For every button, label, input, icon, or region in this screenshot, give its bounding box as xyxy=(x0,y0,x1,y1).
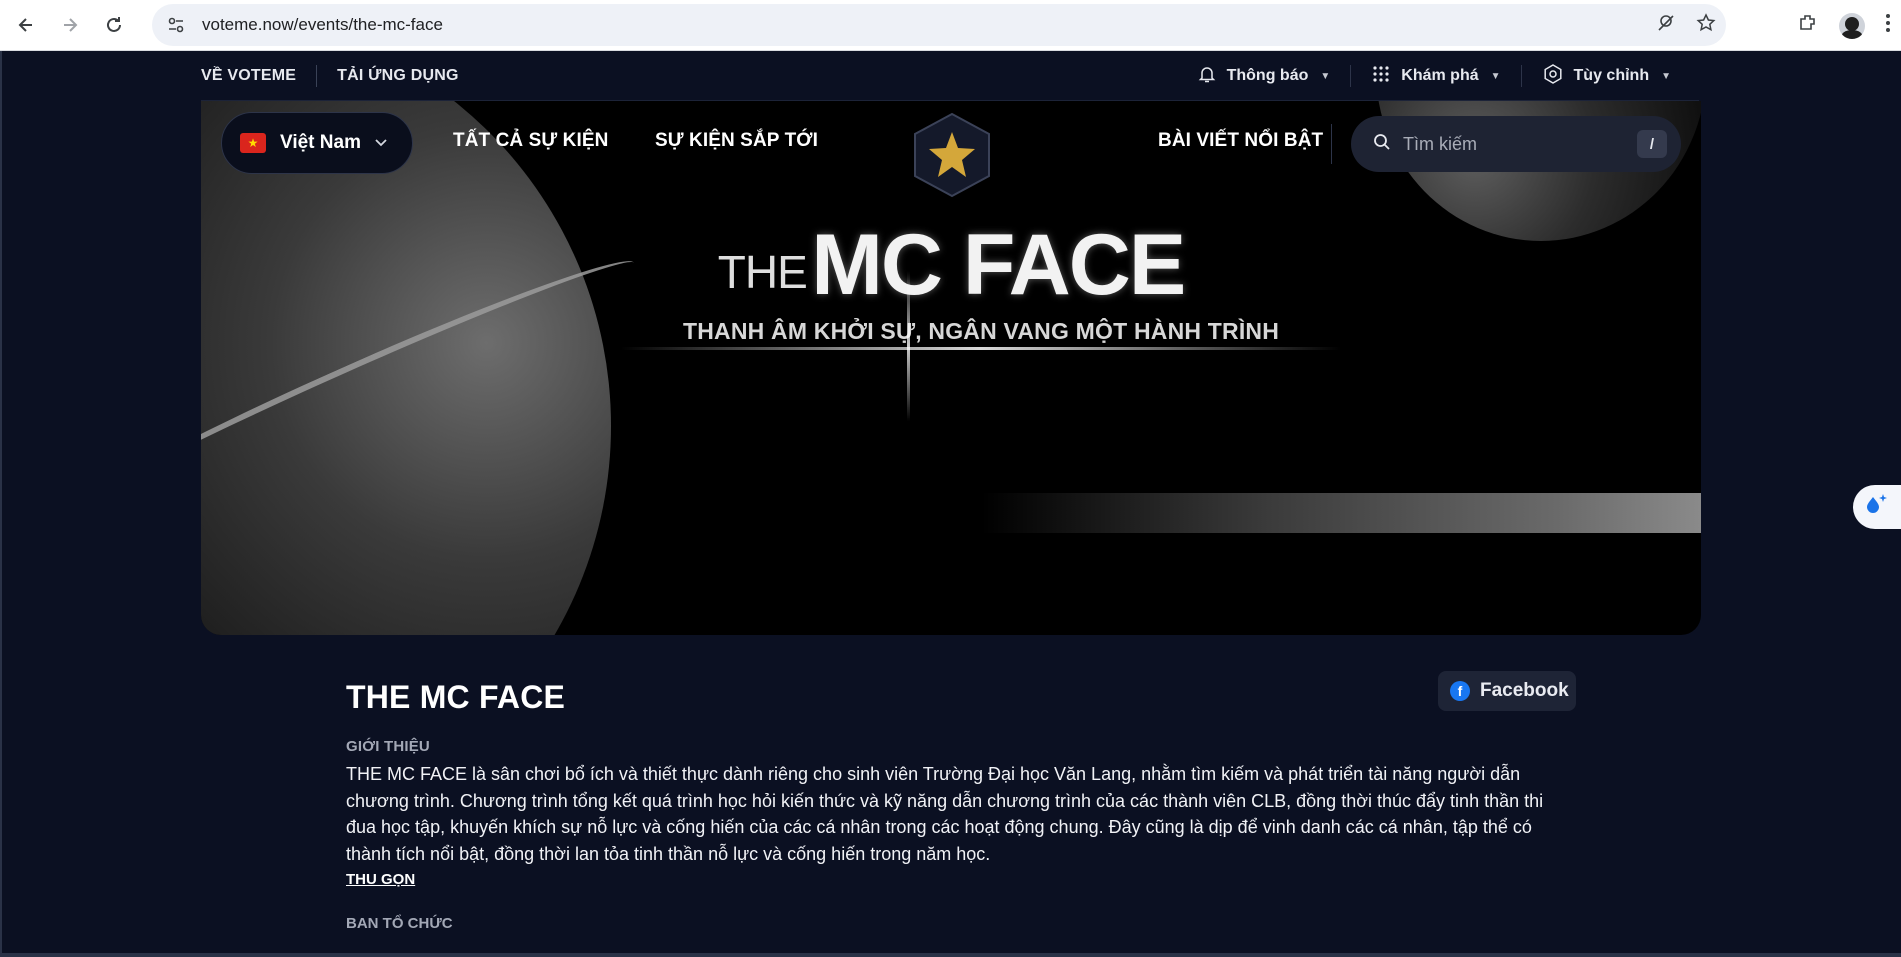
hero-title: THE MC FACE xyxy=(201,216,1701,315)
grid-icon xyxy=(1371,64,1391,89)
search-shortcut-key: / xyxy=(1637,130,1667,158)
bookmark-star-icon[interactable] xyxy=(1696,12,1716,38)
search-placeholder: Tìm kiếm xyxy=(1403,133,1477,154)
settings-icon xyxy=(1542,63,1564,90)
lens-flare-vertical xyxy=(907,271,910,421)
collapse-link[interactable]: THU GỌN xyxy=(346,871,415,888)
facebook-label: Facebook xyxy=(1480,680,1569,701)
nav-featured-posts[interactable]: BÀI VIẾT NỔI BẬT xyxy=(1158,130,1323,152)
country-selector[interactable]: ★ Việt Nam xyxy=(221,112,413,174)
forward-icon[interactable] xyxy=(52,7,88,43)
chevron-down-icon: ▼ xyxy=(1490,70,1501,82)
tracking-off-icon[interactable] xyxy=(1656,13,1676,38)
explore-label: Khám phá xyxy=(1401,67,1479,84)
divider xyxy=(316,64,318,87)
search-input[interactable]: Tìm kiếm / xyxy=(1351,116,1681,172)
notifications-menu[interactable]: Thông báo ▼ xyxy=(1197,64,1331,89)
hero-title-the: THE xyxy=(717,246,808,298)
organizer-heading: BAN TỔ CHỨC xyxy=(346,915,453,932)
lens-flare-horizontal xyxy=(621,347,1341,350)
bottom-edge xyxy=(0,953,1901,957)
hero-title-main: MC FACE xyxy=(811,217,1186,313)
light-beam-image xyxy=(981,493,1701,533)
intro-text: THE MC FACE là sân chơi bổ ích và thiết … xyxy=(346,764,1544,864)
extensions-icon[interactable] xyxy=(1797,12,1819,39)
left-edge xyxy=(0,51,2,957)
chevron-down-icon: ▼ xyxy=(1320,70,1331,82)
menu-kebab-icon[interactable] xyxy=(1885,13,1891,38)
main-nav: ★ Việt Nam TẤT CẢ SỰ KIỆN SỰ KIỆN SẮP TỚ… xyxy=(201,112,1701,198)
chevron-down-icon xyxy=(375,136,387,150)
event-content: THE MC FACE f Facebook GIỚI THIỆU THE MC… xyxy=(346,671,1576,932)
utility-bar: VỀ VOTEME TẢI ỨNG DỤNG Thông báo ▼ Khám … xyxy=(201,51,1699,101)
url-text[interactable]: voteme.now/events/the-mc-face xyxy=(202,15,443,35)
nav-upcoming-events[interactable]: SỰ KIỆN SẮP TỚI xyxy=(655,130,818,152)
site-settings-icon[interactable] xyxy=(162,11,190,39)
bell-icon xyxy=(1197,64,1217,89)
about-link[interactable]: VỀ VOTEME xyxy=(201,67,296,85)
divider xyxy=(1520,65,1522,87)
nav-all-events[interactable]: TẤT CẢ SỰ KIỆN xyxy=(453,130,608,152)
divider xyxy=(1350,65,1352,87)
customize-label: Tùy chỉnh xyxy=(1573,67,1650,84)
browser-toolbar: voteme.now/events/the-mc-face xyxy=(0,0,1901,51)
chevron-down-icon: ▼ xyxy=(1661,70,1671,82)
divider xyxy=(1331,124,1332,164)
vietnam-flag-icon: ★ xyxy=(240,133,266,153)
facebook-button[interactable]: f Facebook xyxy=(1438,671,1576,711)
search-icon xyxy=(1373,133,1391,156)
facebook-icon: f xyxy=(1450,681,1470,701)
profile-avatar[interactable] xyxy=(1839,12,1865,39)
event-title: THE MC FACE xyxy=(346,679,566,715)
voteme-logo[interactable] xyxy=(911,112,993,198)
reload-icon[interactable] xyxy=(96,7,132,43)
sparkle-drop-icon xyxy=(1863,491,1889,523)
notifications-label: Thông báo xyxy=(1226,67,1309,84)
country-name: Việt Nam xyxy=(280,132,361,153)
customize-menu[interactable]: Tùy chỉnh ▼ xyxy=(1542,63,1671,90)
address-bar[interactable]: voteme.now/events/the-mc-face xyxy=(152,4,1726,46)
back-icon[interactable] xyxy=(8,7,44,43)
floating-helper-button[interactable] xyxy=(1853,485,1901,529)
hero-subtitle: THANH ÂM KHỞI SỰ, NGÂN VANG MỘT HÀNH TRÌ… xyxy=(682,318,1280,344)
explore-menu[interactable]: Khám phá ▼ xyxy=(1371,64,1501,89)
download-app-link[interactable]: TẢI ỨNG DỤNG xyxy=(337,67,458,85)
page: THE MC FACE THANH ÂM KHỞI SỰ, NGÂN VANG … xyxy=(0,51,1901,957)
intro-heading: GIỚI THIỆU xyxy=(346,738,430,755)
